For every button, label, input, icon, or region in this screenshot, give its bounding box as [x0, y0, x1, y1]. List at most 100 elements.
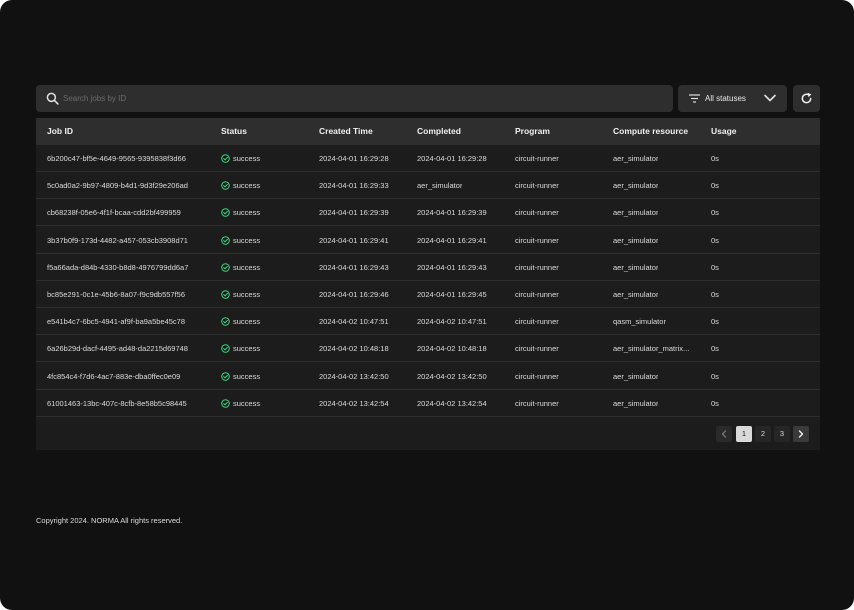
cell-usage: 0s [711, 317, 719, 327]
cell-completed: 2024-04-01 16:29:45 [417, 290, 487, 299]
cell-created-time: 2024-04-02 10:47:51 [319, 317, 389, 327]
cell-compute-resource: aer_simulator [613, 235, 659, 245]
search-box[interactable] [36, 85, 673, 112]
status-label: success [233, 208, 261, 218]
table-row[interactable]: 6a26b29d-dacf-4495-ad48-da2215d69748 succ… [36, 335, 820, 363]
toolbar: All statuses [36, 85, 820, 112]
check-circle-icon [221, 263, 230, 272]
cell-created-time: 2024-04-01 16:29:43 [319, 262, 389, 272]
status-filter-label: All statuses [705, 94, 746, 103]
page-button-3[interactable]: 3 [774, 426, 790, 442]
cell-status: success [221, 172, 260, 199]
cell-job-id: 3b37b0f9-173d-4482-a457-053cb3908d71 [47, 235, 188, 245]
status-label: success [233, 398, 261, 408]
cell-status: success [221, 145, 260, 172]
cell-compute-resource: aer_simulator [613, 290, 659, 299]
chevron-right-icon [798, 430, 804, 438]
check-circle-icon [221, 371, 230, 381]
table-row[interactable]: 4fc854c4-f7d6-4ac7-883e-dba0ffec0e09 succ… [36, 363, 820, 390]
table-row[interactable]: f5a66ada-d84b-4330-b8d8-4976799dd6a7 succ… [36, 254, 820, 281]
cell-completed: 2024-04-01 16:29:39 [417, 208, 487, 218]
table-row[interactable]: 5c0ad0a2-9b97-4809-b4d1-9d3f29e206ad succ… [36, 172, 820, 200]
cell-program: circuit-runner [515, 344, 559, 354]
refresh-button[interactable] [793, 85, 820, 112]
cell-compute-resource: qasm_simulator [613, 317, 666, 327]
cell-status: success [221, 199, 260, 226]
cell-status: success [221, 227, 260, 254]
cell-created-time: 2024-04-01 16:29:39 [319, 208, 389, 218]
chevron-down-icon [764, 94, 776, 102]
cell-status: success [221, 281, 260, 308]
cell-job-id: 6a26b29d-dacf-4495-ad48-da2215d69748 [47, 344, 188, 354]
cell-job-id: 6b200c47-bf5e-4649-9565-9395838f3d66 [47, 154, 186, 163]
next-page-button[interactable] [793, 426, 809, 442]
cell-program: circuit-runner [515, 398, 559, 408]
cell-program: circuit-runner [515, 290, 559, 299]
cell-usage: 0s [711, 371, 719, 381]
cell-created-time: 2024-04-01 16:29:28 [319, 154, 389, 163]
cell-completed: 2024-04-02 13:42:50 [417, 371, 487, 381]
cell-program: circuit-runner [515, 181, 559, 191]
cell-job-id: bc85e291-0c1e-45b6-8a07-f9c9db557f56 [47, 290, 186, 299]
column-header-completed: Completed [417, 126, 461, 136]
cell-status: success [221, 335, 260, 362]
check-circle-icon [221, 399, 230, 408]
app-window: All statuses Job ID Status Created Time … [0, 0, 854, 610]
prev-page-button[interactable] [716, 426, 732, 442]
status-label: success [233, 371, 261, 381]
cell-usage: 0s [711, 344, 719, 354]
check-circle-icon [221, 317, 230, 326]
table-header: Job ID Status Created Time Completed Pro… [36, 118, 820, 145]
table-row[interactable]: 3b37b0f9-173d-4482-a457-053cb3908d71 succ… [36, 227, 820, 254]
status-label: success [233, 290, 261, 299]
cell-completed: aer_simulator [417, 181, 463, 191]
cell-completed: 2024-04-02 10:48:18 [417, 344, 487, 354]
check-circle-icon [221, 290, 230, 299]
jobs-table: Job ID Status Created Time Completed Pro… [36, 118, 820, 450]
column-header-created-time: Created Time [319, 126, 373, 136]
cell-program: circuit-runner [515, 208, 559, 218]
cell-usage: 0s [711, 235, 719, 245]
page-button-2[interactable]: 2 [755, 426, 771, 442]
cell-compute-resource: aer_simulator [613, 208, 659, 218]
cell-compute-resource: aer_simulator_matrix... [613, 344, 690, 354]
table-row[interactable]: 61001463-13bc-407c-8cfb-8e58b5c98445 succ… [36, 390, 820, 417]
table-row[interactable]: cb68238f-05e6-4f1f-bcaa-cdd2bf499959 succ… [36, 199, 820, 227]
cell-usage: 0s [711, 398, 719, 408]
check-circle-icon [221, 344, 230, 354]
search-icon [46, 92, 59, 105]
cell-job-id: f5a66ada-d84b-4330-b8d8-4976799dd6a7 [47, 262, 189, 272]
cell-program: circuit-runner [515, 235, 559, 245]
page-button-1[interactable]: 1 [736, 426, 752, 442]
check-circle-icon [221, 181, 230, 190]
cell-completed: 2024-04-02 13:42:54 [417, 398, 487, 408]
cell-created-time: 2024-04-01 16:29:41 [319, 235, 389, 245]
column-header-program: Program [515, 126, 550, 136]
status-label: success [233, 344, 261, 354]
table-row[interactable]: e541b4c7-6bc5-4941-af9f-ba9a5be45c78 succ… [36, 308, 820, 336]
cell-job-id: 5c0ad0a2-9b97-4809-b4d1-9d3f29e206ad [47, 181, 188, 191]
table-row[interactable]: 6b200c47-bf5e-4649-9565-9395838f3d66 succ… [36, 145, 820, 172]
status-label: success [233, 262, 261, 272]
status-label: success [233, 317, 261, 327]
cell-completed: 2024-04-02 10:47:51 [417, 317, 487, 327]
status-filter-dropdown[interactable]: All statuses [678, 85, 787, 112]
cell-program: circuit-runner [515, 154, 559, 163]
cell-usage: 0s [711, 154, 719, 163]
check-circle-icon [221, 154, 230, 163]
cell-created-time: 2024-04-01 16:29:33 [319, 181, 389, 191]
status-label: success [233, 235, 261, 245]
cell-compute-resource: aer_simulator [613, 262, 659, 272]
cell-created-time: 2024-04-02 13:42:54 [319, 398, 389, 408]
search-input[interactable] [63, 85, 663, 112]
status-label: success [233, 154, 261, 163]
cell-job-id: 61001463-13bc-407c-8cfb-8e58b5c98445 [47, 398, 187, 408]
cell-program: circuit-runner [515, 317, 559, 327]
cell-job-id: cb68238f-05e6-4f1f-bcaa-cdd2bf499959 [47, 208, 181, 218]
cell-completed: 2024-04-01 16:29:41 [417, 235, 487, 245]
table-row[interactable]: bc85e291-0c1e-45b6-8a07-f9c9db557f56 succ… [36, 281, 820, 308]
cell-program: circuit-runner [515, 262, 559, 272]
cell-compute-resource: aer_simulator [613, 371, 659, 381]
cell-status: success [221, 308, 260, 335]
cell-job-id: e541b4c7-6bc5-4941-af9f-ba9a5be45c78 [47, 317, 186, 327]
